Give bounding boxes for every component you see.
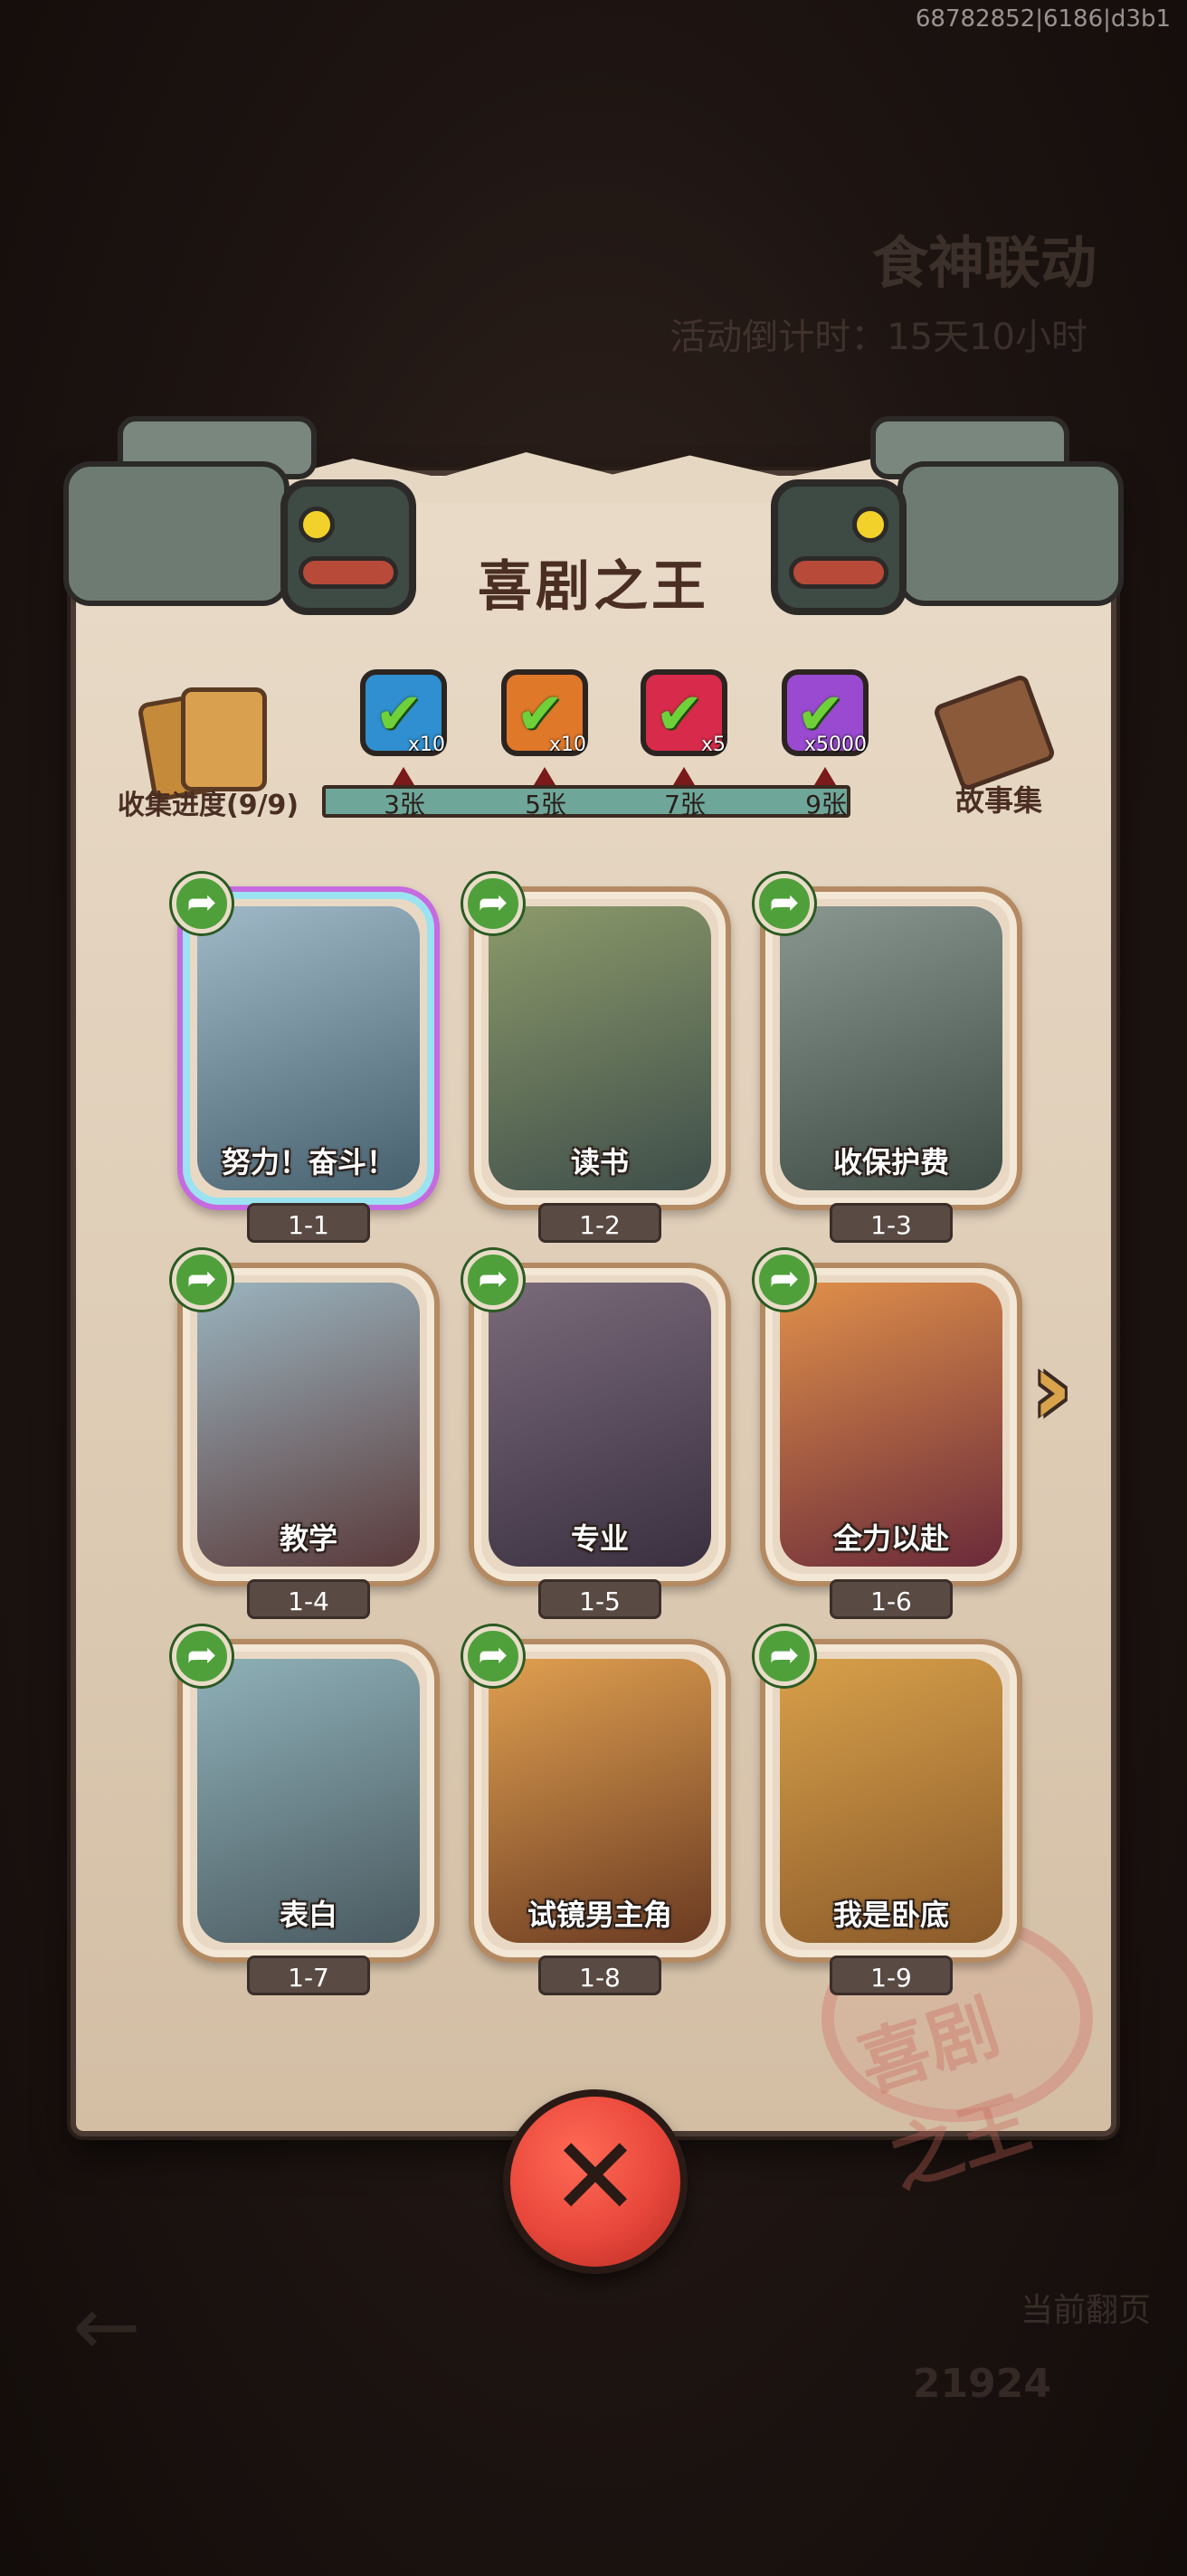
- collect-progress-label: 收集进度(9/9): [118, 790, 299, 821]
- card-number-label: 1-5: [538, 1579, 661, 1619]
- card-caption: 全力以赴: [832, 1521, 949, 1556]
- share-icon[interactable]: ➦: [755, 1626, 814, 1686]
- card-number-label: 1-6: [830, 1579, 953, 1619]
- card-caption: 我是卧底: [832, 1898, 949, 1932]
- orange-item-icon[interactable]: ✔ x10: [501, 669, 588, 756]
- card-caption: 试镜男主角: [527, 1898, 672, 1932]
- reward-quantity: x10: [548, 734, 586, 756]
- claimed-check-icon: ✔: [655, 681, 704, 748]
- card-caption: 专业: [570, 1521, 629, 1556]
- milestone-label: 7张: [664, 790, 706, 819]
- milestone-label: 3张: [384, 790, 425, 819]
- card-number-label: 1-1: [247, 1203, 370, 1243]
- share-icon[interactable]: ➦: [172, 874, 232, 933]
- card-number-label: 1-8: [538, 1956, 661, 1995]
- milestone-label: 9张: [805, 790, 847, 819]
- close-button[interactable]: ✕: [503, 2089, 688, 2274]
- back-arrow-icon: ←: [72, 2279, 141, 2374]
- story-card[interactable]: 收保护费: [760, 886, 1022, 1210]
- card-caption: 收保护费: [832, 1145, 949, 1179]
- story-card[interactable]: 读书: [469, 886, 731, 1210]
- card-stack-icon: [137, 687, 271, 802]
- share-icon[interactable]: ➦: [755, 874, 814, 933]
- milestone-marker-icon: [393, 767, 414, 785]
- event-countdown: 活动倒计时：15天10小时: [669, 317, 1087, 358]
- story-card[interactable]: 努力！奋斗！: [177, 886, 440, 1210]
- card-caption: 努力！奋斗！: [221, 1145, 395, 1179]
- watermark: 68782852|6186|d3b1: [915, 5, 1171, 33]
- blue-item-icon[interactable]: ✔ x10: [360, 669, 447, 756]
- card-number-label: 1-9: [830, 1956, 953, 1995]
- milestone-label: 5张: [525, 790, 566, 819]
- card-caption: 表白: [279, 1898, 337, 1932]
- share-icon[interactable]: ➦: [463, 874, 523, 933]
- next-page-arrow-icon[interactable]: ›: [1031, 1339, 1104, 1447]
- card-number-label: 1-4: [247, 1579, 370, 1619]
- gem-icon[interactable]: ✔ x5: [641, 669, 727, 756]
- story-card[interactable]: 试镜男主角: [469, 1639, 731, 1963]
- panel-title: 喜剧之王: [478, 555, 709, 619]
- story-card[interactable]: 专业: [469, 1263, 731, 1586]
- card-caption: 读书: [570, 1145, 629, 1179]
- milestone-marker-icon: [673, 767, 695, 785]
- reward-quantity: x5000: [803, 734, 867, 756]
- share-icon[interactable]: ➦: [172, 1626, 232, 1686]
- story-card[interactable]: 全力以赴: [760, 1263, 1022, 1586]
- milestone-marker-icon: [534, 767, 556, 785]
- story-collection-button[interactable]: 故事集: [955, 778, 1042, 819]
- coin-icon[interactable]: ✔ x5000: [782, 669, 869, 756]
- share-icon[interactable]: ➦: [463, 1250, 523, 1310]
- event-title: 食神联动: [871, 230, 1097, 296]
- share-icon[interactable]: ➦: [463, 1626, 523, 1686]
- story-card[interactable]: 表白: [177, 1639, 440, 1963]
- story-card[interactable]: 我是卧底: [760, 1639, 1022, 1963]
- bottom-count: 21924: [912, 2361, 1051, 2407]
- milestone-marker-icon: [814, 767, 836, 785]
- card-number-label: 1-3: [830, 1203, 953, 1243]
- share-icon[interactable]: ➦: [755, 1250, 814, 1310]
- share-icon[interactable]: ➦: [172, 1250, 232, 1310]
- reward-quantity: x5: [700, 734, 726, 756]
- story-card[interactable]: 教学: [177, 1263, 440, 1586]
- reward-quantity: x10: [407, 734, 445, 756]
- card-number-label: 1-2: [538, 1203, 661, 1243]
- card-caption: 教学: [279, 1521, 337, 1556]
- bottom-label: 当前翻页: [1020, 2292, 1151, 2329]
- card-number-label: 1-7: [247, 1956, 370, 1995]
